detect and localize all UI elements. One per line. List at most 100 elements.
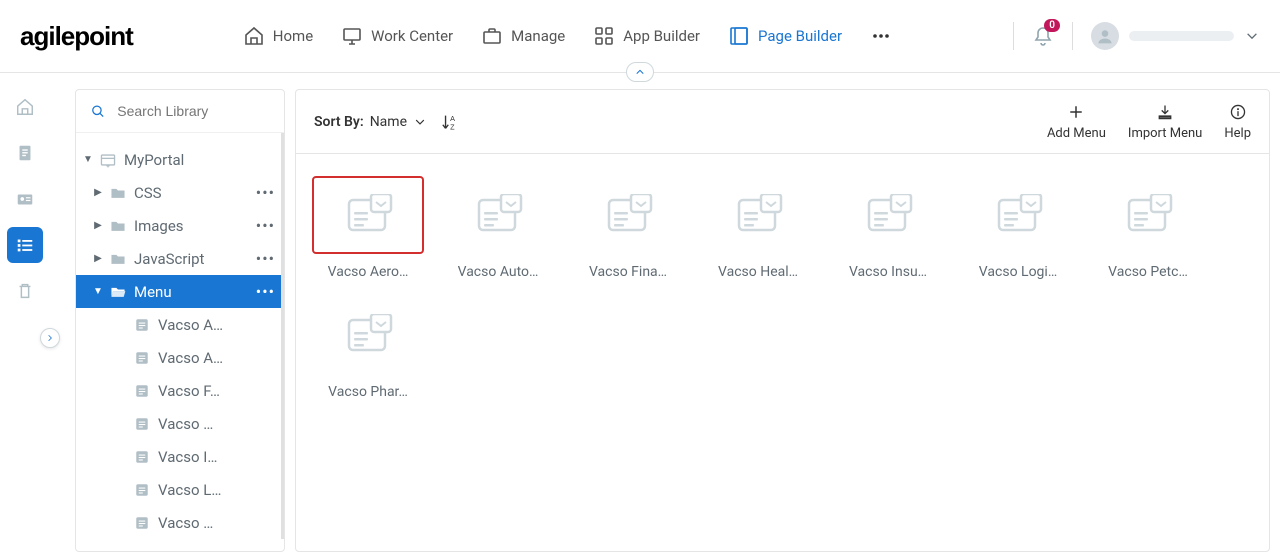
menu-file-icon bbox=[132, 316, 152, 334]
chevron-down-icon bbox=[413, 115, 427, 129]
nav-manage[interactable]: Manage bbox=[481, 25, 565, 47]
tree-node-css[interactable]: ▶ CSS••• bbox=[76, 176, 281, 209]
tree-node-vacso-[interactable]: Vacso … bbox=[76, 506, 281, 539]
menu-card[interactable]: Vacso Fina… bbox=[572, 172, 684, 280]
dots-icon bbox=[870, 25, 892, 47]
avatar bbox=[1091, 22, 1119, 50]
library-sidebar: ▼MyPortal▶CSS•••▶Images•••▶JavaScript•••… bbox=[75, 89, 285, 552]
menu-card[interactable]: Vacso Petc… bbox=[1092, 172, 1204, 280]
nav-work-center[interactable]: Work Center bbox=[341, 25, 453, 47]
node-actions[interactable]: ••• bbox=[256, 282, 275, 301]
caret-icon: ▶ bbox=[92, 253, 104, 264]
user-icon bbox=[1096, 27, 1114, 45]
nav-app-builder[interactable]: App Builder bbox=[593, 25, 700, 47]
user-menu[interactable] bbox=[1091, 22, 1260, 50]
apps-icon bbox=[593, 25, 615, 47]
tree-node-vacso-[interactable]: Vacso … bbox=[76, 407, 281, 440]
node-label: Vacso I… bbox=[158, 448, 275, 466]
left-rail bbox=[0, 73, 50, 552]
folder-icon bbox=[108, 217, 128, 235]
menu-file-icon bbox=[132, 514, 152, 532]
tree-node-javascript[interactable]: ▶ JavaScript••• bbox=[76, 242, 281, 275]
plus-icon bbox=[1067, 102, 1085, 122]
tree-node-vacso-i-[interactable]: Vacso I… bbox=[76, 440, 281, 473]
rail-home-outline[interactable] bbox=[7, 89, 43, 125]
layout-icon bbox=[728, 25, 750, 47]
chevron-right-icon bbox=[45, 333, 55, 343]
trash-icon bbox=[15, 281, 35, 301]
menu-file-icon bbox=[132, 448, 152, 466]
node-label: Vacso A… bbox=[158, 316, 275, 334]
card-label: Vacso Aero… bbox=[328, 264, 409, 280]
rail-list[interactable] bbox=[7, 227, 43, 263]
node-actions[interactable]: ••• bbox=[256, 216, 275, 235]
nav-label: Home bbox=[273, 27, 313, 45]
action-label: Import Menu bbox=[1128, 126, 1202, 141]
menu-thumb-icon bbox=[832, 176, 944, 254]
node-label: JavaScript bbox=[134, 250, 256, 268]
divider bbox=[1072, 22, 1073, 50]
menu-card[interactable]: Vacso Heal… bbox=[702, 172, 814, 280]
tree-node-vacso-a-[interactable]: Vacso A… bbox=[76, 308, 281, 341]
menu-grid: Vacso Aero… Vacso Auto… Vacso Fina… Vacso H… bbox=[296, 154, 1269, 418]
tree-node-vacso-f-[interactable]: Vacso F… bbox=[76, 374, 281, 407]
tree-node-vacso-l-[interactable]: Vacso L… bbox=[76, 473, 281, 506]
card-label: Vacso Fina… bbox=[589, 264, 667, 280]
node-actions[interactable]: ••• bbox=[256, 183, 275, 202]
menu-file-icon bbox=[132, 481, 152, 499]
menu-file-icon bbox=[132, 349, 152, 367]
monitor-icon bbox=[341, 25, 363, 47]
menu-card[interactable]: Vacso Logi… bbox=[962, 172, 1074, 280]
node-label: Images bbox=[134, 217, 256, 235]
menu-card[interactable]: Vacso Insu… bbox=[832, 172, 944, 280]
nav-more-button[interactable] bbox=[870, 25, 892, 47]
caret-icon: ▶ bbox=[92, 187, 104, 198]
rail-trash[interactable] bbox=[7, 273, 43, 309]
search-library-input[interactable] bbox=[117, 103, 270, 119]
content-toolbar: Sort By: Name Add Menu Import Menu Help bbox=[296, 90, 1269, 154]
import-menu-button[interactable]: Import Menu bbox=[1128, 102, 1202, 141]
card-label: Vacso Auto… bbox=[458, 264, 539, 280]
download-icon bbox=[1156, 102, 1174, 122]
menu-thumb-icon bbox=[572, 176, 684, 254]
node-label: CSS bbox=[134, 184, 256, 202]
menu-card[interactable]: Vacso Aero… bbox=[312, 172, 424, 280]
tree-node-myportal[interactable]: ▼MyPortal bbox=[76, 143, 281, 176]
help-button[interactable]: Help bbox=[1224, 102, 1251, 141]
toolbar-actions: Add Menu Import Menu Help bbox=[1047, 102, 1251, 141]
briefcase-icon bbox=[481, 25, 503, 47]
node-actions[interactable]: ••• bbox=[256, 249, 275, 268]
notifications-button[interactable]: 0 bbox=[1032, 25, 1054, 47]
menu-file-icon bbox=[132, 382, 152, 400]
content-panel: Sort By: Name Add Menu Import Menu Help Va… bbox=[295, 89, 1270, 552]
menu-card[interactable]: Vacso Phar… bbox=[312, 292, 424, 400]
add-menu-button[interactable]: Add Menu bbox=[1047, 102, 1106, 141]
card-label: Vacso Logi… bbox=[979, 264, 1057, 280]
tree-node-menu[interactable]: ▼Menu••• bbox=[76, 275, 281, 308]
card-label: Vacso Insu… bbox=[849, 264, 927, 280]
menu-thumb-icon bbox=[312, 176, 424, 254]
rail-document[interactable] bbox=[7, 135, 43, 171]
caret-icon: ▼ bbox=[92, 286, 104, 297]
nav-items: Home Work Center Manage App Builder Page Bui… bbox=[243, 25, 842, 47]
card-label: Vacso Heal… bbox=[718, 264, 798, 280]
notification-badge: 0 bbox=[1044, 19, 1060, 32]
sort-by-control[interactable]: Sort By: Name bbox=[314, 114, 427, 130]
expand-rail-button[interactable] bbox=[40, 328, 60, 348]
node-label: Vacso F… bbox=[158, 382, 275, 400]
menu-card[interactable]: Vacso Auto… bbox=[442, 172, 554, 280]
nav-label: Page Builder bbox=[758, 27, 842, 45]
tree-node-images[interactable]: ▶Images••• bbox=[76, 209, 281, 242]
sort-direction-button[interactable] bbox=[441, 112, 461, 132]
chevron-up-icon bbox=[634, 66, 646, 78]
nav-home[interactable]: Home bbox=[243, 25, 313, 47]
caret-icon: ▼ bbox=[82, 154, 94, 165]
home-outline-icon bbox=[15, 97, 35, 117]
tree-node-vacso-a-[interactable]: Vacso A… bbox=[76, 341, 281, 374]
rail-id-card[interactable] bbox=[7, 181, 43, 217]
collapse-topnav-button[interactable] bbox=[626, 62, 654, 82]
list-icon bbox=[15, 235, 35, 255]
nav-page-builder[interactable]: Page Builder bbox=[728, 25, 842, 47]
nav-label: Work Center bbox=[371, 27, 453, 45]
menu-thumb-icon bbox=[962, 176, 1074, 254]
